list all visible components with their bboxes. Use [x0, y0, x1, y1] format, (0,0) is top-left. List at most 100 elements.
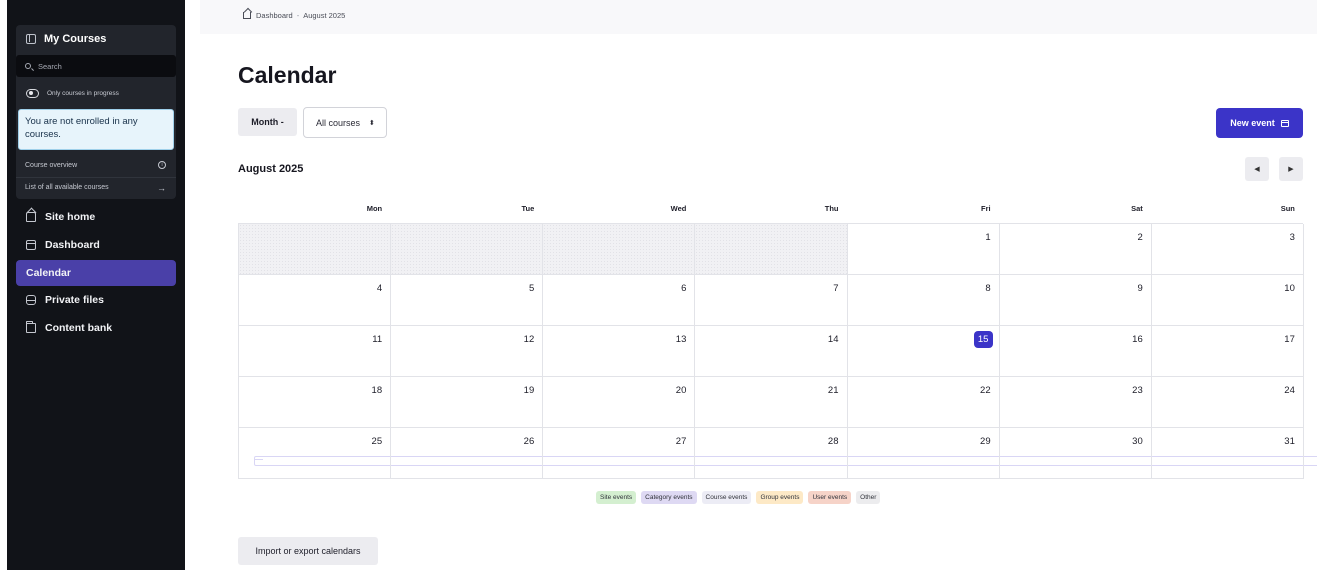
- calendar-day[interactable]: 20: [543, 377, 696, 428]
- course-filter-select[interactable]: All courses ⬍: [303, 107, 387, 138]
- day-number: 14: [827, 334, 839, 345]
- select-caret-icon: ⬍: [369, 119, 375, 127]
- course-search-input[interactable]: Search: [16, 55, 176, 77]
- breadcrumb: Dashboard - August 2025: [243, 11, 345, 20]
- sidebar-item-label: Dashboard: [45, 239, 100, 251]
- not-enrolled-alert: You are not enrolled in any courses.: [18, 109, 174, 150]
- course-overview-link[interactable]: Course overview i: [16, 155, 176, 175]
- calendar-day[interactable]: 4: [239, 275, 392, 326]
- calendar-day[interactable]: 10: [1151, 275, 1304, 326]
- calendar-day-empty: [543, 224, 696, 275]
- sidebar-item-label: Site home: [45, 211, 96, 223]
- calendar-grid: Mon Tue Wed Thu Fri Sat Sun 1 2 3 4 5 6 7 8 9 10 1…: [238, 196, 1304, 479]
- sidebar-item-label: Calendar: [26, 267, 71, 279]
- calendar-day[interactable]: 29: [847, 428, 1000, 479]
- sidebar-item-content-bank[interactable]: Content bank: [16, 315, 176, 341]
- sidebar: My Courses Search Only courses in progre…: [7, 0, 1317, 570]
- legend-tag: Other: [856, 491, 881, 504]
- next-month-button[interactable]: ▶: [1279, 157, 1303, 181]
- home-icon: [26, 212, 36, 222]
- sidebar-item-private-files[interactable]: Private files: [16, 287, 176, 313]
- day-number: 11: [372, 334, 383, 345]
- day-number: 5: [528, 283, 535, 294]
- top-bar: Dashboard - August 2025: [200, 0, 1317, 34]
- calendar-day[interactable]: 26: [391, 428, 544, 479]
- calendar-day-empty: [239, 224, 392, 275]
- weekday-label: Thu: [824, 204, 839, 213]
- legend-tag: Site events: [596, 491, 637, 504]
- day-number: 20: [675, 385, 687, 396]
- calendar-day[interactable]: 8: [847, 275, 1000, 326]
- sidebar-toggle-icon: [26, 34, 36, 44]
- calendar-day[interactable]: 7: [695, 275, 848, 326]
- calendar-plus-icon: [1280, 119, 1289, 127]
- breadcrumb-dashboard-link[interactable]: Dashboard: [256, 11, 293, 20]
- calendar-day[interactable]: 22: [847, 377, 1000, 428]
- weekday-label: Wed: [670, 204, 687, 213]
- calendar-day[interactable]: 30: [999, 428, 1152, 479]
- day-number: 23: [1132, 385, 1143, 396]
- calendar-day[interactable]: 13: [543, 326, 696, 377]
- weekday-label: Tue: [521, 204, 535, 213]
- calendar-day[interactable]: 15: [847, 326, 1000, 377]
- search-placeholder: Search: [38, 61, 62, 71]
- all-courses-link[interactable]: List of all available courses →: [16, 177, 176, 197]
- day-number: 13: [675, 334, 687, 345]
- dashboard-icon: [26, 240, 36, 250]
- calendar-day[interactable]: 19: [391, 377, 544, 428]
- calendar-day[interactable]: 24: [1151, 377, 1304, 428]
- day-number: 30: [1132, 436, 1143, 447]
- calendar-day[interactable]: 31: [1151, 428, 1304, 479]
- sidebar-item-dashboard[interactable]: Dashboard: [16, 232, 176, 258]
- all-courses-label: List of all available courses: [25, 184, 109, 191]
- calendar-day[interactable]: 17: [1151, 326, 1304, 377]
- calendar-day[interactable]: 23: [999, 377, 1152, 428]
- calendar-day[interactable]: 28: [695, 428, 848, 479]
- day-number: 31: [1284, 436, 1295, 447]
- folder-icon: [26, 321, 36, 333]
- calendar-day[interactable]: 21: [695, 377, 848, 428]
- day-number: 1: [985, 232, 991, 243]
- course-filter-value: All courses: [316, 117, 361, 128]
- calendar-day[interactable]: 3: [1151, 224, 1304, 275]
- today-marker: 15: [973, 331, 993, 348]
- day-number: 2: [1137, 232, 1143, 243]
- new-event-button[interactable]: New event: [1216, 108, 1303, 138]
- day-number: 6: [681, 283, 687, 294]
- calendar-day[interactable]: 9: [999, 275, 1152, 326]
- calendar-day[interactable]: 18: [239, 377, 392, 428]
- new-event-label: New event: [1230, 118, 1275, 128]
- day-number: 18: [371, 385, 383, 396]
- calendar-day[interactable]: 25: [239, 428, 392, 479]
- day-number: 27: [675, 436, 687, 447]
- toggle-switch-icon[interactable]: [26, 88, 39, 98]
- month-view-button[interactable]: Month -: [238, 108, 297, 136]
- month-label: August 2025: [238, 163, 304, 175]
- day-number: 22: [980, 385, 991, 396]
- breadcrumb-separator: -: [296, 11, 300, 20]
- arrow-right-icon: →: [157, 182, 166, 193]
- course-overview-label: Course overview: [25, 161, 78, 169]
- in-progress-toggle[interactable]: Only courses in progress: [16, 82, 176, 104]
- info-icon: i: [158, 161, 166, 169]
- day-number: 24: [1284, 385, 1295, 396]
- import-export-button[interactable]: Import or export calendars: [238, 537, 378, 565]
- day-number: 7: [833, 283, 839, 294]
- calendar-day[interactable]: 14: [695, 326, 848, 377]
- calendar-day[interactable]: 2: [999, 224, 1152, 275]
- calendar-day[interactable]: 1: [847, 224, 1000, 275]
- calendar-day[interactable]: 6: [543, 275, 696, 326]
- event-legend: Site events Category events Course events G…: [596, 491, 881, 504]
- legend-tag: Category events: [641, 491, 697, 504]
- sidebar-item-calendar[interactable]: Calendar: [16, 260, 1317, 466]
- previous-month-button[interactable]: ◀: [1245, 157, 1269, 181]
- calendar-day[interactable]: 12: [391, 326, 544, 377]
- day-number: 4: [376, 283, 383, 294]
- calendar-day[interactable]: 16: [999, 326, 1152, 377]
- sidebar-item-site-home[interactable]: Site home: [16, 204, 176, 230]
- calendar-day[interactable]: 11: [239, 326, 392, 377]
- calendar-day[interactable]: 5: [391, 275, 544, 326]
- my-courses-header[interactable]: My Courses: [16, 25, 176, 53]
- day-number: 28: [827, 436, 839, 447]
- calendar-day[interactable]: 27: [543, 428, 696, 479]
